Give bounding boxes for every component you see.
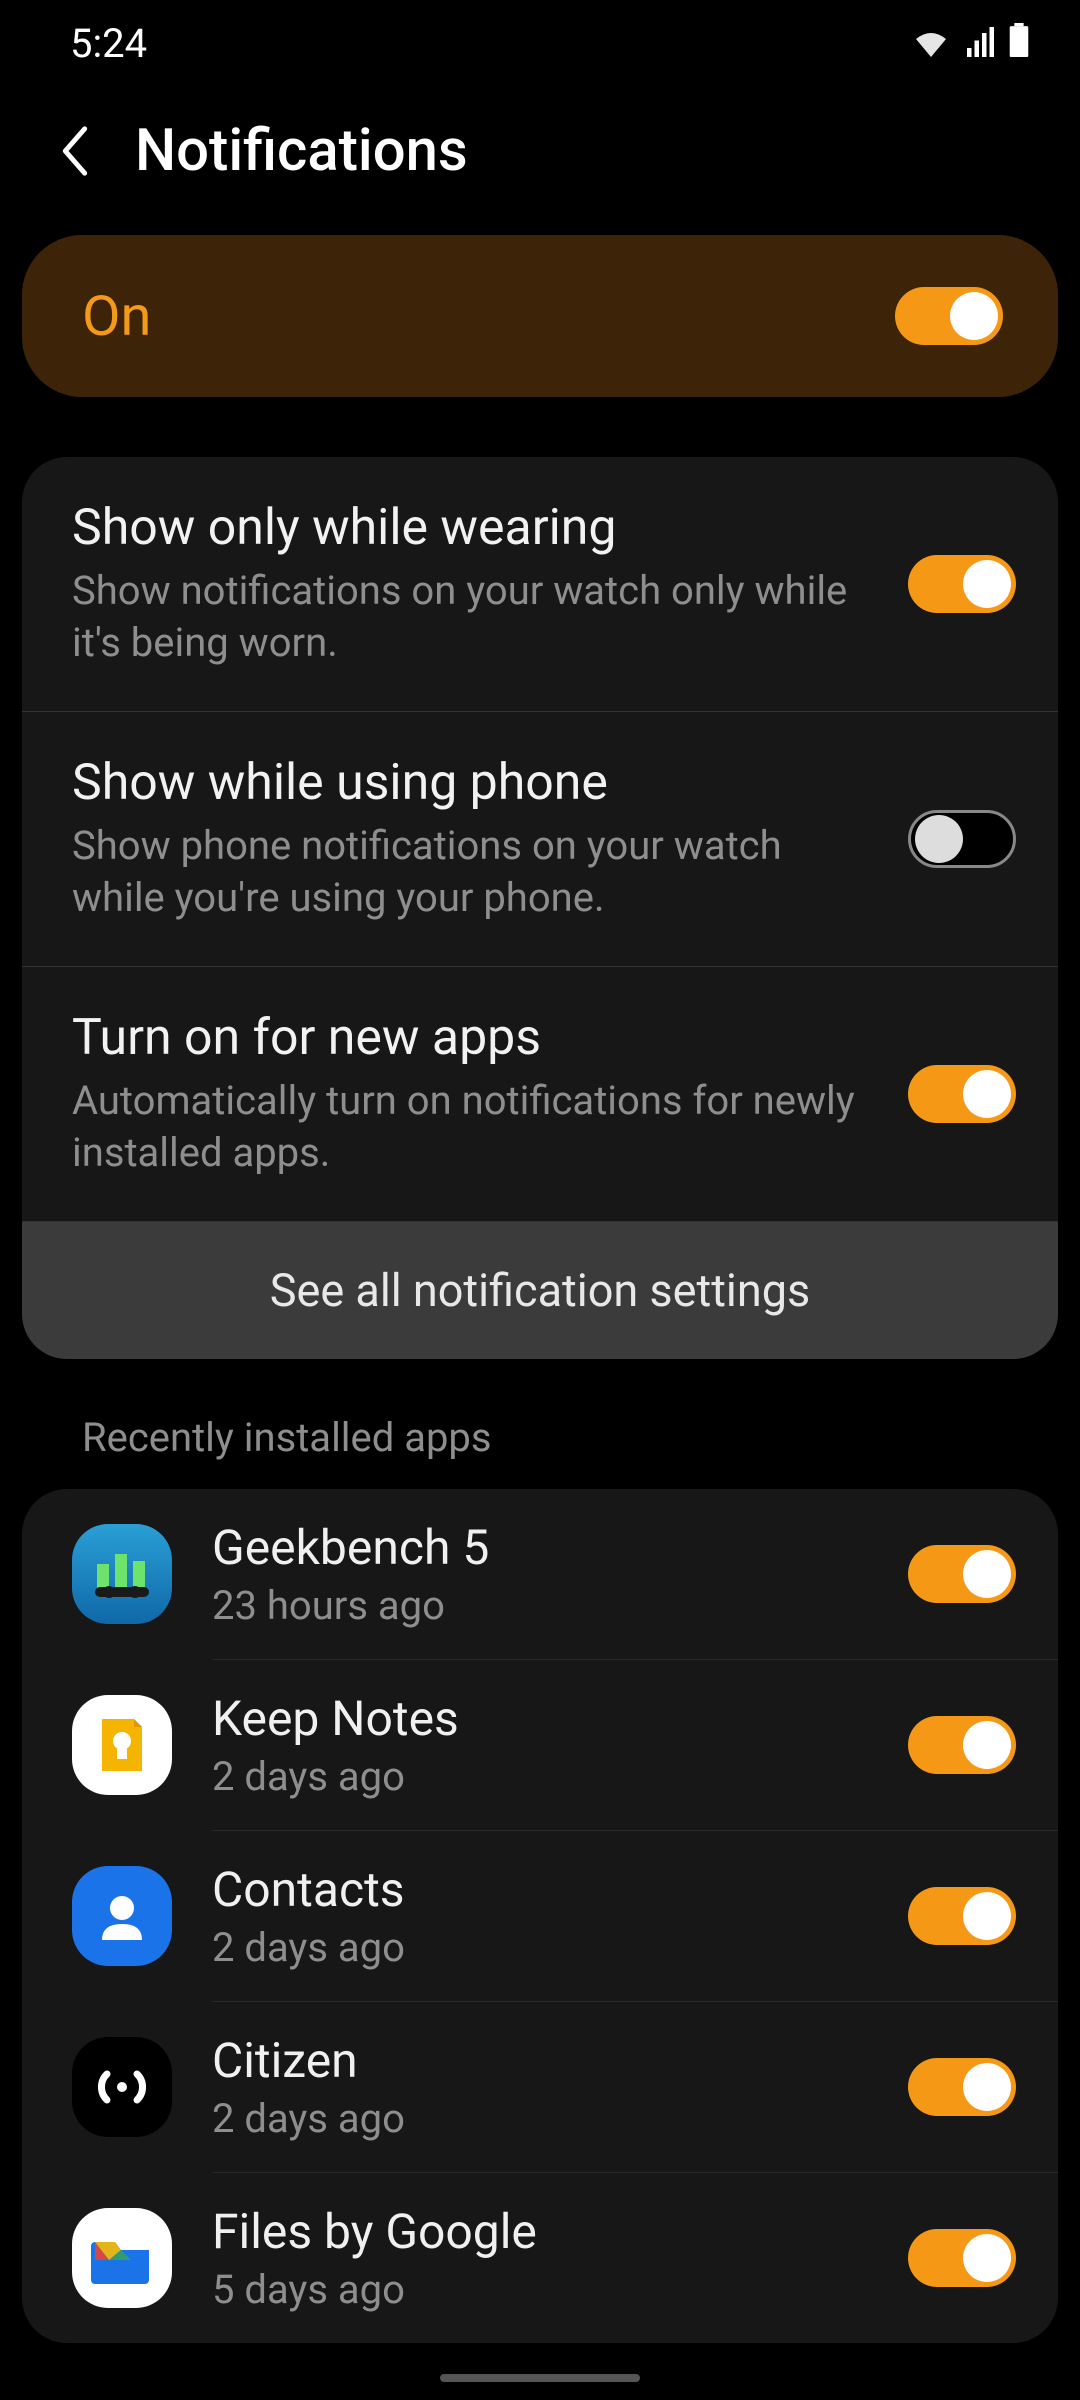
home-indicator[interactable] [440,2374,640,2382]
page-title: Notifications [135,117,468,185]
setting-title: Show while using phone [72,754,868,812]
app-icon-citizen [72,2037,172,2137]
status-time: 5:24 [70,20,147,67]
app-time: 23 hours ago [212,1582,868,1629]
app-icon-keep [72,1695,172,1795]
app-name: Keep Notes [212,1690,868,1747]
recent-apps-list: Geekbench 5 23 hours ago Keep Notes 2 da… [22,1489,1058,2343]
app-toggle[interactable] [908,1545,1016,1603]
chevron-left-icon [60,126,90,176]
setting-desc: Automatically turn on notifications for … [72,1075,868,1179]
app-name: Contacts [212,1861,868,1918]
setting-new-apps[interactable]: Turn on for new apps Automatically turn … [22,967,1058,1222]
setting-title: Show only while wearing [72,499,868,557]
setting-toggle[interactable] [908,555,1016,613]
settings-group: Show only while wearing Show notificatio… [22,457,1058,1359]
setting-toggle[interactable] [908,1065,1016,1123]
app-time: 2 days ago [212,2095,868,2142]
app-time: 2 days ago [212,1924,868,1971]
app-row-keep-notes[interactable]: Keep Notes 2 days ago [22,1660,1058,1830]
app-toggle[interactable] [908,1716,1016,1774]
app-row-citizen[interactable]: Citizen 2 days ago [22,2002,1058,2172]
app-icon-contacts [72,1866,172,1966]
setting-show-only-wearing[interactable]: Show only while wearing Show notificatio… [22,457,1058,712]
app-row-files[interactable]: Files by Google 5 days ago [22,2173,1058,2343]
status-icons [912,20,1030,67]
see-all-button[interactable]: See all notification settings [22,1222,1058,1359]
app-icon-files [72,2208,172,2308]
app-icon-geekbench [72,1524,172,1624]
app-row-contacts[interactable]: Contacts 2 days ago [22,1831,1058,2001]
app-toggle[interactable] [908,1887,1016,1945]
battery-icon [1008,20,1030,67]
status-bar: 5:24 [0,0,1080,77]
app-toggle[interactable] [908,2058,1016,2116]
app-name: Citizen [212,2032,868,2089]
signal-icon [962,20,996,67]
app-time: 5 days ago [212,2266,868,2313]
wifi-icon [912,20,950,67]
setting-desc: Show phone notifications on your watch w… [72,820,868,924]
app-time: 2 days ago [212,1753,868,1800]
setting-desc: Show notifications on your watch only wh… [72,565,868,669]
setting-show-while-phone[interactable]: Show while using phone Show phone notifi… [22,712,1058,967]
app-name: Files by Google [212,2203,868,2260]
recent-apps-label: Recently installed apps [22,1414,1058,1489]
app-toggle[interactable] [908,2229,1016,2287]
page-header: Notifications [0,77,1080,215]
setting-toggle[interactable] [908,810,1016,868]
master-toggle[interactable] [895,287,1003,345]
master-toggle-label: On [82,283,151,349]
app-row-geekbench[interactable]: Geekbench 5 23 hours ago [22,1489,1058,1659]
back-button[interactable] [50,126,100,176]
app-name: Geekbench 5 [212,1519,868,1576]
master-toggle-card[interactable]: On [22,235,1058,397]
setting-title: Turn on for new apps [72,1009,868,1067]
